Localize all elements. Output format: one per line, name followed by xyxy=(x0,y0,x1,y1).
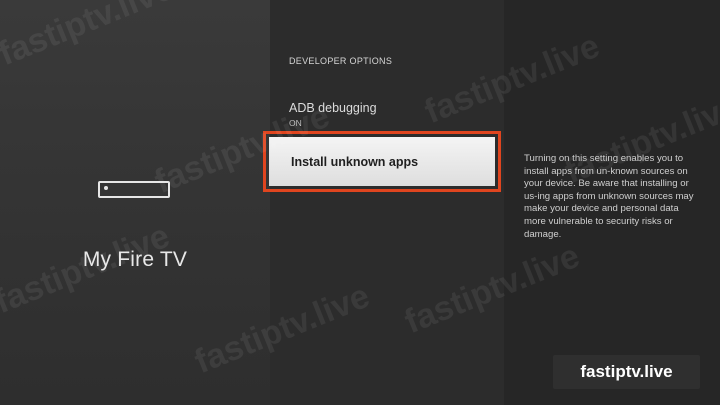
setting-description: Turning on this setting enables you to i… xyxy=(524,153,694,240)
brand-badge: fastiptv.live xyxy=(553,355,700,389)
menu-item-label: Install unknown apps xyxy=(291,154,419,169)
fire-tv-settings-screen: My Fire TV DEVELOPER OPTIONS ADB debuggi… xyxy=(0,0,720,405)
device-title: My Fire TV xyxy=(82,248,188,271)
fire-tv-device-icon xyxy=(98,181,170,198)
menu-item-label: ADB debugging xyxy=(289,101,377,115)
menu-item-install-unknown-apps[interactable]: Install unknown apps xyxy=(263,131,501,192)
device-led-dot xyxy=(104,186,108,190)
device-panel: My Fire TV xyxy=(0,0,270,405)
selected-item-background: Install unknown apps xyxy=(269,137,495,186)
menu-item-value: ON xyxy=(289,118,302,128)
menu-item-adb-debugging[interactable]: ADB debugging ON xyxy=(289,101,489,128)
section-heading: DEVELOPER OPTIONS xyxy=(289,56,393,66)
